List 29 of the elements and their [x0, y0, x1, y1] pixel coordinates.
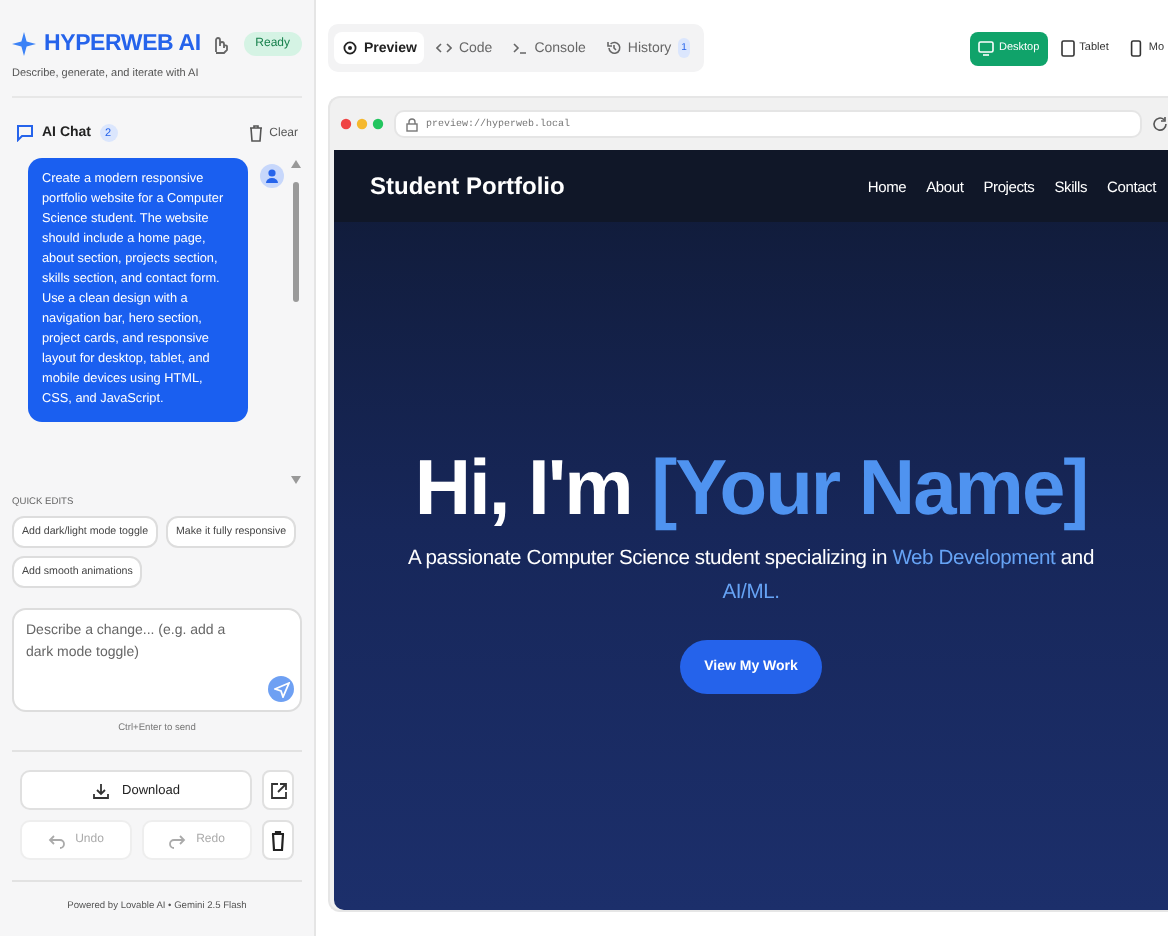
site-title: Student Portfolio: [370, 172, 565, 200]
undo-icon: [47, 830, 66, 850]
history-icon: [605, 40, 622, 56]
tablet-icon: [1059, 39, 1076, 57]
trash-icon: [270, 829, 286, 851]
trash-icon: [247, 124, 264, 142]
refresh-icon: [1152, 116, 1168, 132]
phone-icon: [1128, 39, 1145, 57]
terminal-icon: [512, 40, 529, 56]
code-icon: [436, 40, 453, 56]
scrollbar[interactable]: [290, 158, 302, 486]
open-external-button[interactable]: [262, 770, 294, 810]
lock-icon: [406, 117, 418, 131]
hero-greeting: Hi, I'm: [414, 446, 634, 532]
delete-button[interactable]: [262, 820, 294, 860]
hand-icon[interactable]: [209, 34, 228, 54]
redo-icon: [168, 830, 187, 850]
external-link-icon: [269, 781, 287, 799]
monitor-icon: [978, 39, 995, 57]
chat-icon: [16, 124, 34, 142]
window-controls-icon: [340, 118, 384, 130]
send-icon: [273, 681, 289, 697]
app-logo-text: HYPERWEB AI: [44, 32, 202, 56]
sparkle-icon: [12, 32, 36, 56]
hero-name: [Your Name]: [651, 446, 1088, 532]
download-icon: [92, 781, 111, 799]
user-avatar-icon: [260, 164, 284, 188]
eye-icon: [342, 40, 358, 56]
hero-subtitle: A passionate Computer Science student specializing in Web Development and AI/ML.: [406, 546, 1096, 608]
